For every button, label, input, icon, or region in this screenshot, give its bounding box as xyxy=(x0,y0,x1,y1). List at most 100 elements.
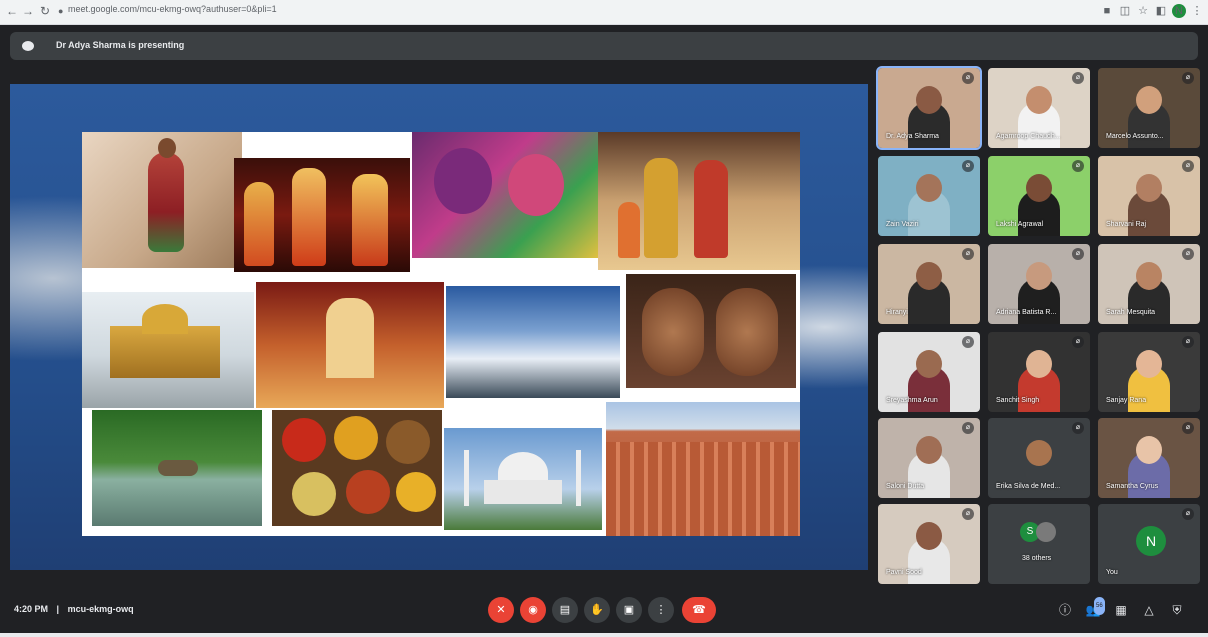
photo-clouds-mountains xyxy=(446,286,620,398)
participant-name: Erika Silva de Med... xyxy=(996,483,1061,490)
lock-icon: ● xyxy=(58,6,64,16)
others-label: 38 others xyxy=(1022,555,1052,562)
more-icon[interactable]: ⋮ xyxy=(648,597,674,623)
participant-name: Sreyashma Arun xyxy=(886,397,938,404)
back-icon[interactable]: ← xyxy=(6,4,18,18)
camera-off-icon[interactable]: ◉ xyxy=(520,597,546,623)
participant-face xyxy=(916,86,942,114)
participant-tile[interactable]: ⌀ Sarah Mesquita xyxy=(1098,244,1200,324)
people-icon[interactable]: 👥 56 xyxy=(1084,597,1105,619)
participant-name: Sharvani Raj xyxy=(1106,221,1147,228)
self-tile[interactable]: N ⌀ You xyxy=(1098,504,1200,584)
camera-permission-icon[interactable]: ■ xyxy=(1100,4,1114,18)
profile-avatar[interactable]: N xyxy=(1172,4,1186,18)
participant-name: Sanchit Singh xyxy=(996,397,1040,404)
photo-temple-interior xyxy=(256,282,444,408)
presentation-slide xyxy=(10,84,868,570)
presenting-text: Dr Adya Sharma is presenting xyxy=(56,40,185,50)
star-icon[interactable]: ☆ xyxy=(1136,4,1150,18)
participant-tile[interactable]: ⌀ Adriana Batista R... xyxy=(988,244,1090,324)
activities-icon[interactable]: △ xyxy=(1140,601,1158,619)
participant-face xyxy=(1026,350,1052,378)
mic-muted-icon: ⌀ xyxy=(962,72,974,84)
participant-avatar xyxy=(1026,440,1052,466)
others-avatar-secondary xyxy=(1036,522,1056,542)
participant-tile[interactable]: ⌀ Sharvani Raj xyxy=(1098,156,1200,236)
participant-tile[interactable]: ⌀ Erika Silva de Med... xyxy=(988,418,1090,498)
taskbar-strip xyxy=(0,633,1208,637)
participants-count-badge: 56 xyxy=(1094,597,1105,615)
others-tile[interactable]: S 38 others xyxy=(988,504,1090,584)
reload-icon[interactable]: ↻ xyxy=(40,4,50,18)
participant-name: Pavni Sood xyxy=(886,569,922,576)
photo-bharatanatyam-dancer xyxy=(82,132,242,268)
extensions-icon[interactable]: ◧ xyxy=(1154,4,1168,18)
mic-muted-icon: ⌀ xyxy=(1182,422,1194,434)
mic-muted-icon: ⌀ xyxy=(1182,508,1194,520)
participant-face xyxy=(1136,86,1162,114)
participant-name: Adriana Batista R... xyxy=(996,309,1057,316)
present-icon[interactable]: ▣ xyxy=(616,597,642,623)
photo-diwali-family xyxy=(598,132,800,270)
mic-muted-icon: ⌀ xyxy=(962,248,974,260)
participant-tile[interactable]: ⌀ Pavni Sood xyxy=(878,504,980,584)
participant-name: Sanjay Rana xyxy=(1106,397,1147,404)
participant-tile[interactable]: ⌀ Sanchit Singh xyxy=(988,332,1090,412)
presenter-avatar xyxy=(22,41,34,51)
mic-muted-icon: ⌀ xyxy=(962,508,974,520)
leave-call-icon[interactable]: ☎ xyxy=(682,597,716,623)
raise-hand-icon[interactable]: ✋ xyxy=(584,597,610,623)
participant-tile[interactable]: ⌀ Marcelo Assunto... xyxy=(1098,68,1200,148)
meeting-controls-bar: 4:20 PM | mcu-ekmg-owq ✕ ◉ ▤ ✋ ▣ ⋮ ☎ ⓘ 👥… xyxy=(0,588,1208,632)
participant-tile[interactable]: ⌀ Lakshi Agrawal xyxy=(988,156,1090,236)
translate-icon[interactable]: ◫ xyxy=(1118,4,1132,18)
mic-off-icon[interactable]: ✕ xyxy=(488,597,514,623)
browser-menu-icon[interactable]: ⋮ xyxy=(1190,4,1204,18)
self-avatar: N xyxy=(1136,526,1166,556)
photo-collage xyxy=(82,132,800,536)
photo-taj-mahal xyxy=(444,428,602,530)
participant-face xyxy=(1136,436,1162,464)
participant-tile[interactable]: ⌀ Agamroop Chaudh... xyxy=(988,68,1090,148)
participant-tile[interactable]: ⌀ Saloni Dutta xyxy=(878,418,980,498)
participant-name: Marcelo Assunto... xyxy=(1106,133,1164,140)
participant-name: Hiranyi xyxy=(886,309,908,316)
participant-face xyxy=(916,436,942,464)
participant-face xyxy=(916,174,942,202)
meeting-separator: | xyxy=(56,604,60,614)
host-controls-icon[interactable]: ⛨ xyxy=(1168,601,1186,619)
meeting-code[interactable]: mcu-ekmg-owq xyxy=(68,604,134,614)
participant-name: Dr. Adya Sharma xyxy=(886,133,939,140)
participant-tile[interactable]: ⌀ Zain Vaziri xyxy=(878,156,980,236)
meeting-time: 4:20 PM xyxy=(14,604,49,614)
participant-name: Zain Vaziri xyxy=(886,221,919,228)
address-bar[interactable]: meet.google.com/mcu-ekmg-owq?authuser=0&… xyxy=(68,4,277,14)
mic-muted-icon: ⌀ xyxy=(1072,248,1084,260)
photo-kerala-backwaters xyxy=(92,410,262,526)
meeting-info: 4:20 PM | mcu-ekmg-owq xyxy=(14,604,134,614)
mic-muted-icon: ⌀ xyxy=(1182,248,1194,260)
participant-face xyxy=(1136,262,1162,290)
participant-face xyxy=(1136,174,1162,202)
captions-icon[interactable]: ▤ xyxy=(552,597,578,623)
meeting-details-icon[interactable]: ⓘ xyxy=(1056,601,1074,619)
participant-face xyxy=(916,350,942,378)
forward-icon[interactable]: → xyxy=(22,4,34,18)
chat-icon[interactable]: ▦ xyxy=(1112,601,1130,619)
photo-folk-dancers xyxy=(234,158,410,272)
photo-holi-festival xyxy=(412,132,598,258)
participant-face xyxy=(916,522,942,550)
participant-tile[interactable]: ⌀ Dr. Adya Sharma xyxy=(876,66,982,150)
participant-tile[interactable]: ⌀ Hiranyi xyxy=(878,244,980,324)
participant-tile[interactable]: ⌀ Sreyashma Arun xyxy=(878,332,980,412)
participant-name: Samantha Cyrus xyxy=(1106,483,1159,490)
participant-tile[interactable]: ⌀ Samantha Cyrus xyxy=(1098,418,1200,498)
mic-muted-icon: ⌀ xyxy=(1072,72,1084,84)
participant-face xyxy=(1026,86,1052,114)
participant-name: Lakshi Agrawal xyxy=(996,221,1044,228)
mic-muted-icon: ⌀ xyxy=(1072,422,1084,434)
mic-muted-icon: ⌀ xyxy=(1182,336,1194,348)
participant-tile[interactable]: ⌀ Sanjay Rana xyxy=(1098,332,1200,412)
photo-henna-hands xyxy=(626,274,796,388)
participant-name: Sarah Mesquita xyxy=(1106,309,1156,316)
